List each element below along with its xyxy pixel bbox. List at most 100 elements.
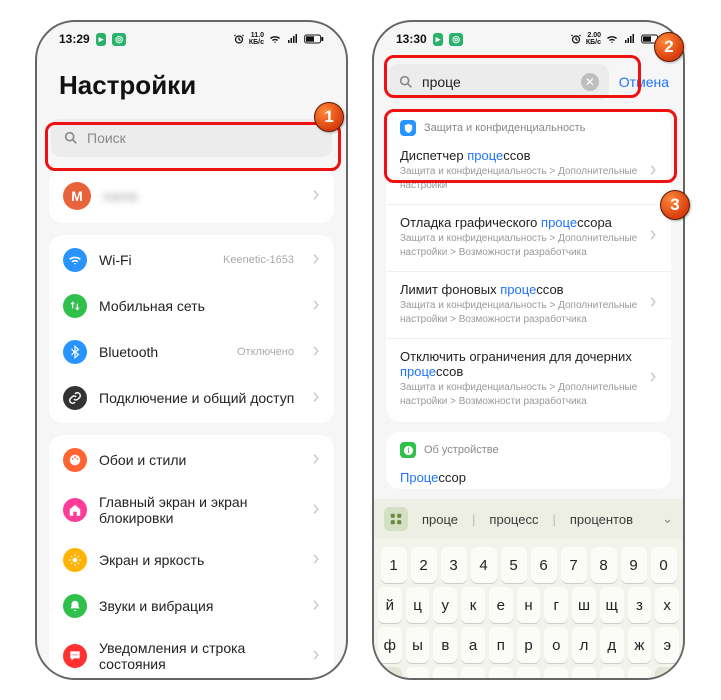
key-и[interactable]: и [517,667,541,680]
updown-icon [63,294,87,318]
key-5[interactable]: 5 [501,547,527,583]
search-input[interactable]: Поиск [51,119,332,157]
signal-icon [286,33,300,45]
shift-key[interactable] [378,667,402,680]
result-path: Защита и конфиденциальность > Дополнител… [400,381,657,408]
key-0[interactable]: 0 [651,547,677,583]
annotation-bubble-1: 1 [314,102,344,132]
search-result[interactable]: Лимит фоновых процессовЗащита и конфиден… [386,271,671,336]
alarm-icon [570,33,582,45]
key-б[interactable]: б [600,667,624,680]
signal-icon [623,33,637,45]
search-result[interactable]: Отладка графического процессораЗащита и … [386,204,671,269]
key-3[interactable]: 3 [441,547,467,583]
row-value: Отключено [237,346,294,358]
settings-row-sun[interactable]: Экран и яркость [49,537,334,583]
result-path: Защита и конфиденциальность > Дополнител… [400,232,657,259]
clear-icon[interactable]: ✕ [581,73,599,91]
key-9[interactable]: 9 [621,547,647,583]
result-path: Защита и конфиденциальность > Дополнител… [400,165,657,192]
account-card[interactable]: M name [49,169,334,223]
expand-predictions-icon[interactable]: ⌄ [662,511,673,527]
key-а[interactable]: а [461,627,485,663]
key-м[interactable]: м [489,667,513,680]
key-6[interactable]: 6 [531,547,557,583]
key-у[interactable]: у [433,587,457,623]
key-т[interactable]: т [544,667,568,680]
settings-row-bluetooth[interactable]: BluetoothОтключено [49,329,334,375]
status-badge-2: ◎ [449,33,463,46]
chevron-right-icon [649,228,657,246]
key-о[interactable]: о [544,627,568,663]
backspace-key[interactable] [655,667,679,680]
keyboard-predictions: проце | процесс | процентов ⌄ [374,499,683,539]
key-8[interactable]: 8 [591,547,617,583]
key-в[interactable]: в [433,627,457,663]
prediction[interactable]: процентов [568,512,635,527]
key-л[interactable]: л [572,627,596,663]
msg-icon [63,644,87,668]
row-label: Подключение и общий доступ [99,390,300,406]
chevron-right-icon [312,252,320,268]
key-ы[interactable]: ы [406,627,430,663]
settings-row-palette[interactable]: Обои и стили [49,437,334,483]
link-icon [63,386,87,410]
settings-row-link[interactable]: Подключение и общий доступ [49,375,334,421]
status-time: 13:30 [396,32,427,46]
cancel-button[interactable]: Отмена [619,74,669,90]
bluetooth-icon [63,340,87,364]
key-п[interactable]: п [489,627,513,663]
search-placeholder: Поиск [87,130,126,146]
key-щ[interactable]: щ [600,587,624,623]
key-ш[interactable]: ш [572,587,596,623]
chevron-right-icon [312,390,320,406]
key-ж[interactable]: ж [628,627,652,663]
network-group: Wi-FiKeenetic-1653 Мобильная сеть Bluetoot… [49,235,334,423]
results-card-privacy: Защита и конфиденциальность Диспетчер пр… [386,110,671,422]
keyboard: 1234567890 йцукенгшщзх фывапролджэ ячсми… [374,539,683,680]
settings-row-updown[interactable]: Мобильная сеть [49,283,334,329]
key-4[interactable]: 4 [471,547,497,583]
key-г[interactable]: г [544,587,568,623]
key-ю[interactable]: ю [628,667,652,680]
key-ф[interactable]: ф [378,627,402,663]
search-input[interactable]: проце ✕ [388,64,609,100]
key-з[interactable]: з [628,587,652,623]
settings-row-bell[interactable]: Звуки и вибрация [49,583,334,629]
key-с[interactable]: с [461,667,485,680]
prediction[interactable]: процесс [487,512,540,527]
key-я[interactable]: я [406,667,430,680]
search-result[interactable]: Процессор [386,464,671,489]
chevron-right-icon [649,163,657,181]
key-х[interactable]: х [655,587,679,623]
settings-row-wifi[interactable]: Wi-FiKeenetic-1653 [49,237,334,283]
prediction[interactable]: проце [420,512,460,527]
key-е[interactable]: е [489,587,513,623]
status-badge: ▸ [96,33,107,46]
search-header: проце ✕ Отмена [374,52,683,110]
search-result[interactable]: Диспетчер процессовЗащита и конфиденциал… [386,142,671,202]
key-р[interactable]: р [517,627,541,663]
row-label: Мобильная сеть [99,298,300,314]
key-7[interactable]: 7 [561,547,587,583]
key-2[interactable]: 2 [411,547,437,583]
key-д[interactable]: д [600,627,624,663]
settings-row-msg[interactable]: Уведомления и строка состояния [49,629,334,680]
row-label: Главный экран и экран блокировки [99,494,300,526]
search-result[interactable]: Отключить ограничения для дочерних проце… [386,338,671,418]
key-э[interactable]: э [655,627,679,663]
palette-icon [63,448,87,472]
search-results-screen: 13:30 ▸ ◎ 2.00 КБ/с проце ✕ Отмена Защит… [372,20,685,680]
settings-row-home[interactable]: Главный экран и экран блокировки [49,483,334,537]
key-ц[interactable]: ц [406,587,430,623]
annotation-bubble-3: 3 [660,190,690,220]
key-й[interactable]: й [378,587,402,623]
key-н[interactable]: н [517,587,541,623]
key-1[interactable]: 1 [381,547,407,583]
key-ч[interactable]: ч [433,667,457,680]
chevron-right-icon [312,298,320,314]
key-ь[interactable]: ь [572,667,596,680]
account-name-blurred: name [103,188,300,204]
emoji-grid-icon[interactable] [384,507,408,531]
key-к[interactable]: к [461,587,485,623]
